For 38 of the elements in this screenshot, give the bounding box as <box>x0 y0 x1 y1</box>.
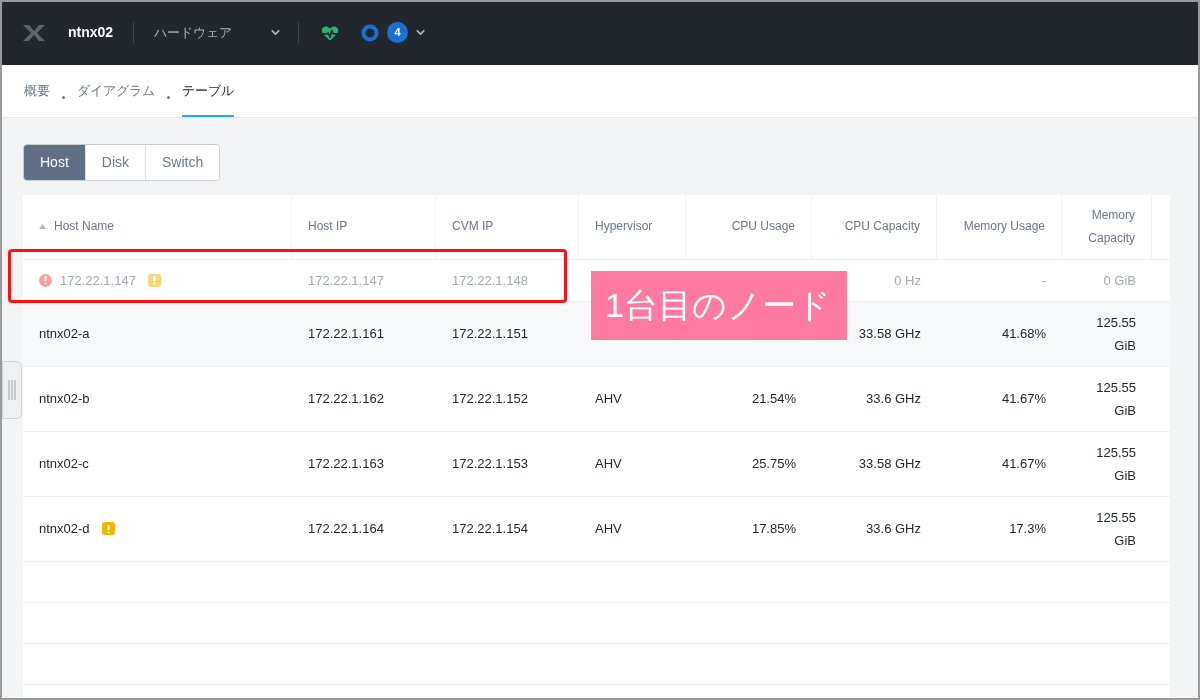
table-cell-text: 172.22.1.153 <box>452 455 528 474</box>
table-cell-text: 0 Hz <box>894 271 921 290</box>
table-cell-text: 0 GiB <box>1103 271 1136 290</box>
table-cell-text: 33.58 GHz <box>858 455 921 474</box>
table-cell-text: 25.75% <box>751 455 796 474</box>
table-cell-text: AHV <box>595 455 622 474</box>
table-cell-text: ntnx02-d <box>39 520 90 539</box>
table-cell-text: 17.85% <box>751 520 796 539</box>
table-cell-text: 33.6 GHz <box>866 390 921 409</box>
table-cell-text: 41.68% <box>1001 325 1046 344</box>
table-cell-text: 17.3% <box>1009 520 1046 539</box>
table-cell-text: 33.58 GHz <box>858 325 921 344</box>
table-cell-text: 41.67% <box>1001 390 1046 409</box>
table-cell-text: AHV <box>595 520 622 539</box>
table-cell-text: ntnx02-b <box>39 390 90 409</box>
table-cell-text: - <box>1041 271 1046 290</box>
table-cell-text: 172.22.1.147 <box>308 271 384 290</box>
table-cell-text: ntnx02-a <box>39 325 90 344</box>
table-cell-text: 172.22.1.163 <box>308 455 384 474</box>
table-cell-text: 41.67% <box>1001 455 1046 474</box>
table-cell-text: 125.55 GiB <box>1095 378 1136 420</box>
table-cell-text: 125.55 GiB <box>1095 508 1136 550</box>
table-cell-text: 172.22.1.161 <box>308 325 384 344</box>
table-cell-text: AHV <box>595 390 622 409</box>
table-cell-text: 172.22.1.154 <box>452 520 528 539</box>
table-cell-text: 125.55 GiB <box>1095 313 1136 355</box>
table-cell-text: 172.22.1.162 <box>308 390 384 409</box>
table-cell-text: ntnx02-c <box>39 455 89 474</box>
table-cell-text: 172.22.1.147 <box>60 271 136 290</box>
table-cell-text: 172.22.1.164 <box>308 520 384 539</box>
cluster-name: ntnx02 <box>68 23 114 42</box>
table-cell-text: 172.22.1.152 <box>452 390 528 409</box>
table-cell-text: 21.54% <box>751 390 796 409</box>
table-cell-text: 33.6 GHz <box>866 520 921 539</box>
table-cell-text: 125.55 GiB <box>1095 443 1136 485</box>
table-cell-text: 172.22.1.151 <box>452 325 528 344</box>
callout-tooltip: 1台目のノード <box>591 271 847 340</box>
table-cell-text: 172.22.1.148 <box>452 271 528 290</box>
